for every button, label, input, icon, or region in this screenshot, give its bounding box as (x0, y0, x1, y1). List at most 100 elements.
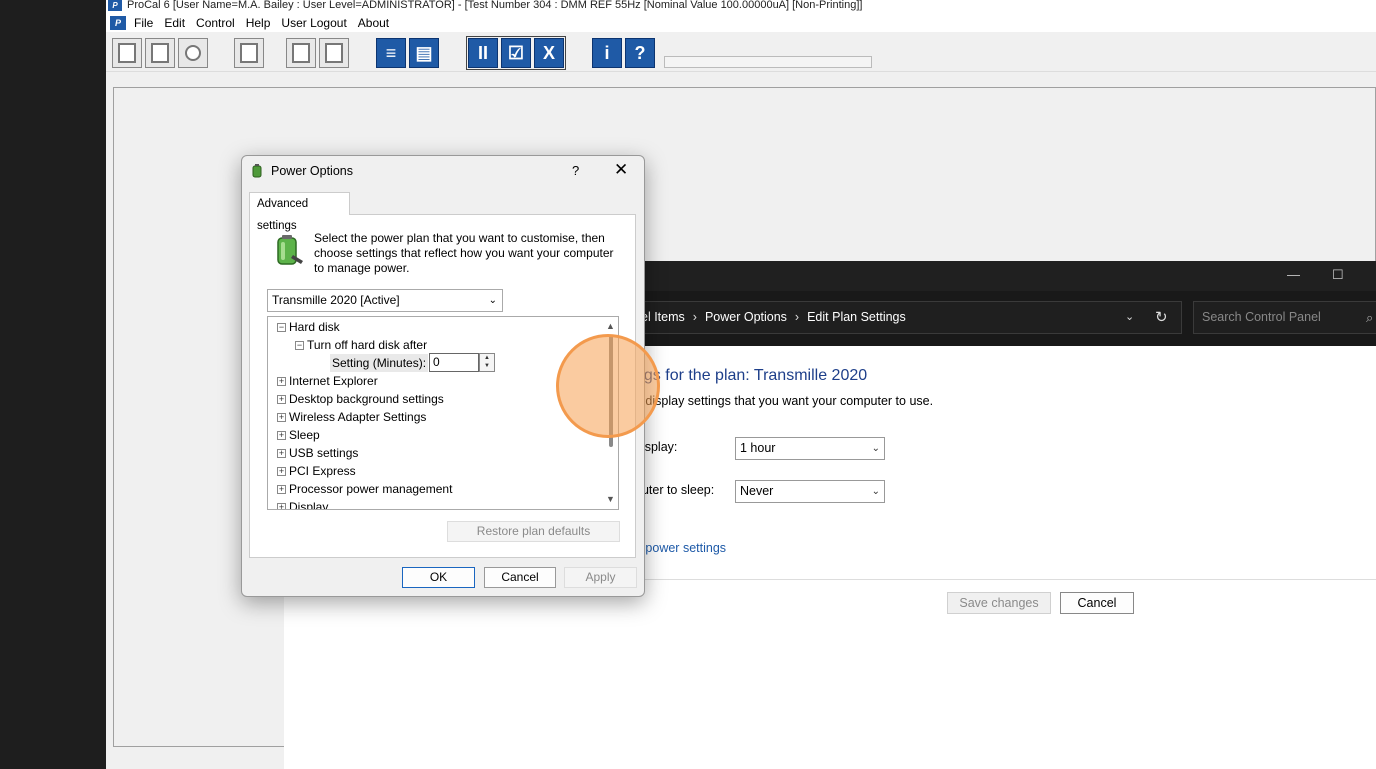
help-icon: ? (634, 43, 646, 63)
import-document-icon (292, 43, 310, 63)
menu-user-logout[interactable]: User Logout (281, 16, 346, 30)
click-indicator (556, 334, 660, 438)
toolbar-edit-document-button[interactable] (145, 38, 175, 68)
procal-app-icon: P (108, 0, 122, 11)
address-history-chevron-icon[interactable]: ⌄ (1125, 302, 1134, 333)
plan-settings-heading: ngs for the plan: Transmille 2020 (635, 367, 868, 384)
change-advanced-power-settings-link[interactable]: d power settings (635, 541, 726, 555)
minimize-icon[interactable]: — (1287, 267, 1300, 282)
toolbar-list-button[interactable]: ≡ (376, 38, 406, 68)
chevron-down-icon: ⌄ (871, 486, 880, 497)
scroll-down-arrow-icon[interactable]: ▼ (606, 494, 615, 504)
search-icon[interactable]: ⌕ (1366, 302, 1373, 333)
menu-control[interactable]: Control (196, 16, 235, 30)
form-icon (118, 43, 136, 63)
info-icon: i (604, 43, 610, 63)
magnifier-icon (185, 45, 201, 61)
expand-icon[interactable]: + (277, 431, 286, 440)
tree-item-label: Wireless Adapter Settings (289, 410, 427, 424)
search-control-panel-input[interactable]: Search Control Panel ⌕ (1193, 301, 1376, 334)
pause-icon: II (477, 43, 488, 63)
power-plan-select[interactable]: Transmille 2020 [Active] ⌄ (267, 289, 503, 312)
expand-icon[interactable]: + (277, 485, 286, 494)
expand-icon[interactable]: + (277, 395, 286, 404)
search-placeholder: Search Control Panel (1202, 310, 1321, 324)
setting-minutes-input[interactable]: 0 (429, 353, 479, 372)
sleep-value: Never (740, 484, 774, 498)
cancel-button[interactable]: Cancel (1060, 592, 1134, 614)
save-changes-button[interactable]: Save changes (947, 592, 1051, 614)
menu-file[interactable]: File (134, 16, 153, 30)
settings-document-icon: ▤ (415, 43, 433, 63)
apply-button[interactable]: Apply (564, 567, 637, 588)
breadcrumb-separator: › (692, 310, 697, 324)
sleep-label: puter to sleep: (635, 483, 715, 497)
breadcrumb-edit-plan-settings[interactable]: Edit Plan Settings (807, 310, 906, 324)
breadcrumb-all-control-panel-items[interactable]: el Items (641, 310, 685, 324)
toolbar-pause-button[interactable]: II (468, 38, 498, 68)
setting-minutes-spinner[interactable]: ▲ ▼ (479, 353, 495, 372)
tree-item-label: Hard disk (289, 320, 340, 334)
dialog-titlebar: Power Options ? ✕ (242, 156, 644, 186)
battery-plug-icon (277, 235, 303, 265)
expand-icon[interactable]: + (277, 503, 286, 509)
menu-about[interactable]: About (358, 16, 389, 30)
scroll-up-arrow-icon[interactable]: ▲ (606, 321, 615, 331)
refresh-icon[interactable]: ↻ (1155, 302, 1168, 333)
help-icon[interactable]: ? (572, 163, 579, 178)
menu-help[interactable]: Help (246, 16, 271, 30)
maximize-icon[interactable]: ☐ (1332, 267, 1344, 283)
tree-item-label: PCI Express (289, 464, 356, 478)
expand-icon[interactable]: + (277, 413, 286, 422)
tree-item-label: Turn off hard disk after (307, 338, 428, 352)
collapse-icon[interactable]: − (295, 341, 304, 350)
tree-item-label: Desktop background settings (289, 392, 444, 406)
toolbar-help-button[interactable]: ? (625, 38, 655, 68)
expand-icon[interactable]: + (277, 467, 286, 476)
power-options-icon (252, 164, 262, 178)
collapse-icon[interactable]: − (277, 323, 286, 332)
toolbar-export-button[interactable] (319, 38, 349, 68)
procal-title-text: ProCal 6 [User Name=M.A. Bailey : User L… (127, 0, 863, 11)
menu-edit[interactable]: Edit (164, 16, 185, 30)
dialog-title: Power Options (271, 164, 353, 178)
close-icon[interactable]: ✕ (614, 160, 628, 180)
procal-menubar: P File Edit Control Help User Logout Abo… (106, 13, 1376, 32)
ok-button[interactable]: OK (402, 567, 475, 588)
tree-item-label: Sleep (289, 428, 320, 442)
tree-item-label: Display (289, 500, 329, 510)
turn-off-display-select[interactable]: 1 hour ⌄ (735, 437, 885, 460)
chevron-down-icon: ⌄ (871, 443, 880, 454)
close-icon: X (542, 43, 555, 63)
toolbar-tools-button[interactable] (234, 38, 264, 68)
list-icon: ≡ (385, 43, 397, 63)
wrench-icon (240, 43, 258, 63)
checklist-icon: ☑ (507, 43, 525, 63)
plan-settings-description: d display settings that you want your co… (635, 394, 934, 408)
expand-icon[interactable]: + (277, 449, 286, 458)
restore-plan-defaults-button[interactable]: Restore plan defaults (447, 521, 620, 542)
turn-off-display-value: 1 hour (740, 441, 776, 455)
expand-icon[interactable]: + (277, 377, 286, 386)
dialog-intro-text: Select the power plan that you want to c… (314, 231, 614, 275)
breadcrumb-power-options[interactable]: Power Options (705, 310, 787, 324)
setting-minutes-label: Setting (Minutes): (330, 354, 429, 372)
dialog-cancel-button[interactable]: Cancel (484, 567, 556, 588)
tab-advanced-settings[interactable]: Advanced settings (249, 192, 350, 232)
toolbar-info-button[interactable]: i (592, 38, 622, 68)
toolbar-progress-bar (664, 56, 872, 68)
export-document-icon (325, 43, 343, 63)
tree-item-label: Processor power management (289, 482, 453, 496)
sleep-select[interactable]: Never ⌄ (735, 480, 885, 503)
power-plan-value: Transmille 2020 [Active] (272, 293, 400, 307)
toolbar-abort-button[interactable]: X (534, 38, 564, 68)
toolbar-import-button[interactable] (286, 38, 316, 68)
procal-menu-icon[interactable]: P (110, 15, 126, 30)
toolbar-checklist-button[interactable]: ☑ (501, 38, 531, 68)
tree-item-label: Internet Explorer (289, 374, 378, 388)
toolbar-settings-doc-button[interactable]: ▤ (409, 38, 439, 68)
tree-item-label: USB settings (289, 446, 359, 460)
toolbar-form-button[interactable] (112, 38, 142, 68)
procal-toolbar: ≡ ▤ II ☑ X i ? (106, 32, 1376, 72)
toolbar-search-button[interactable] (178, 38, 208, 68)
